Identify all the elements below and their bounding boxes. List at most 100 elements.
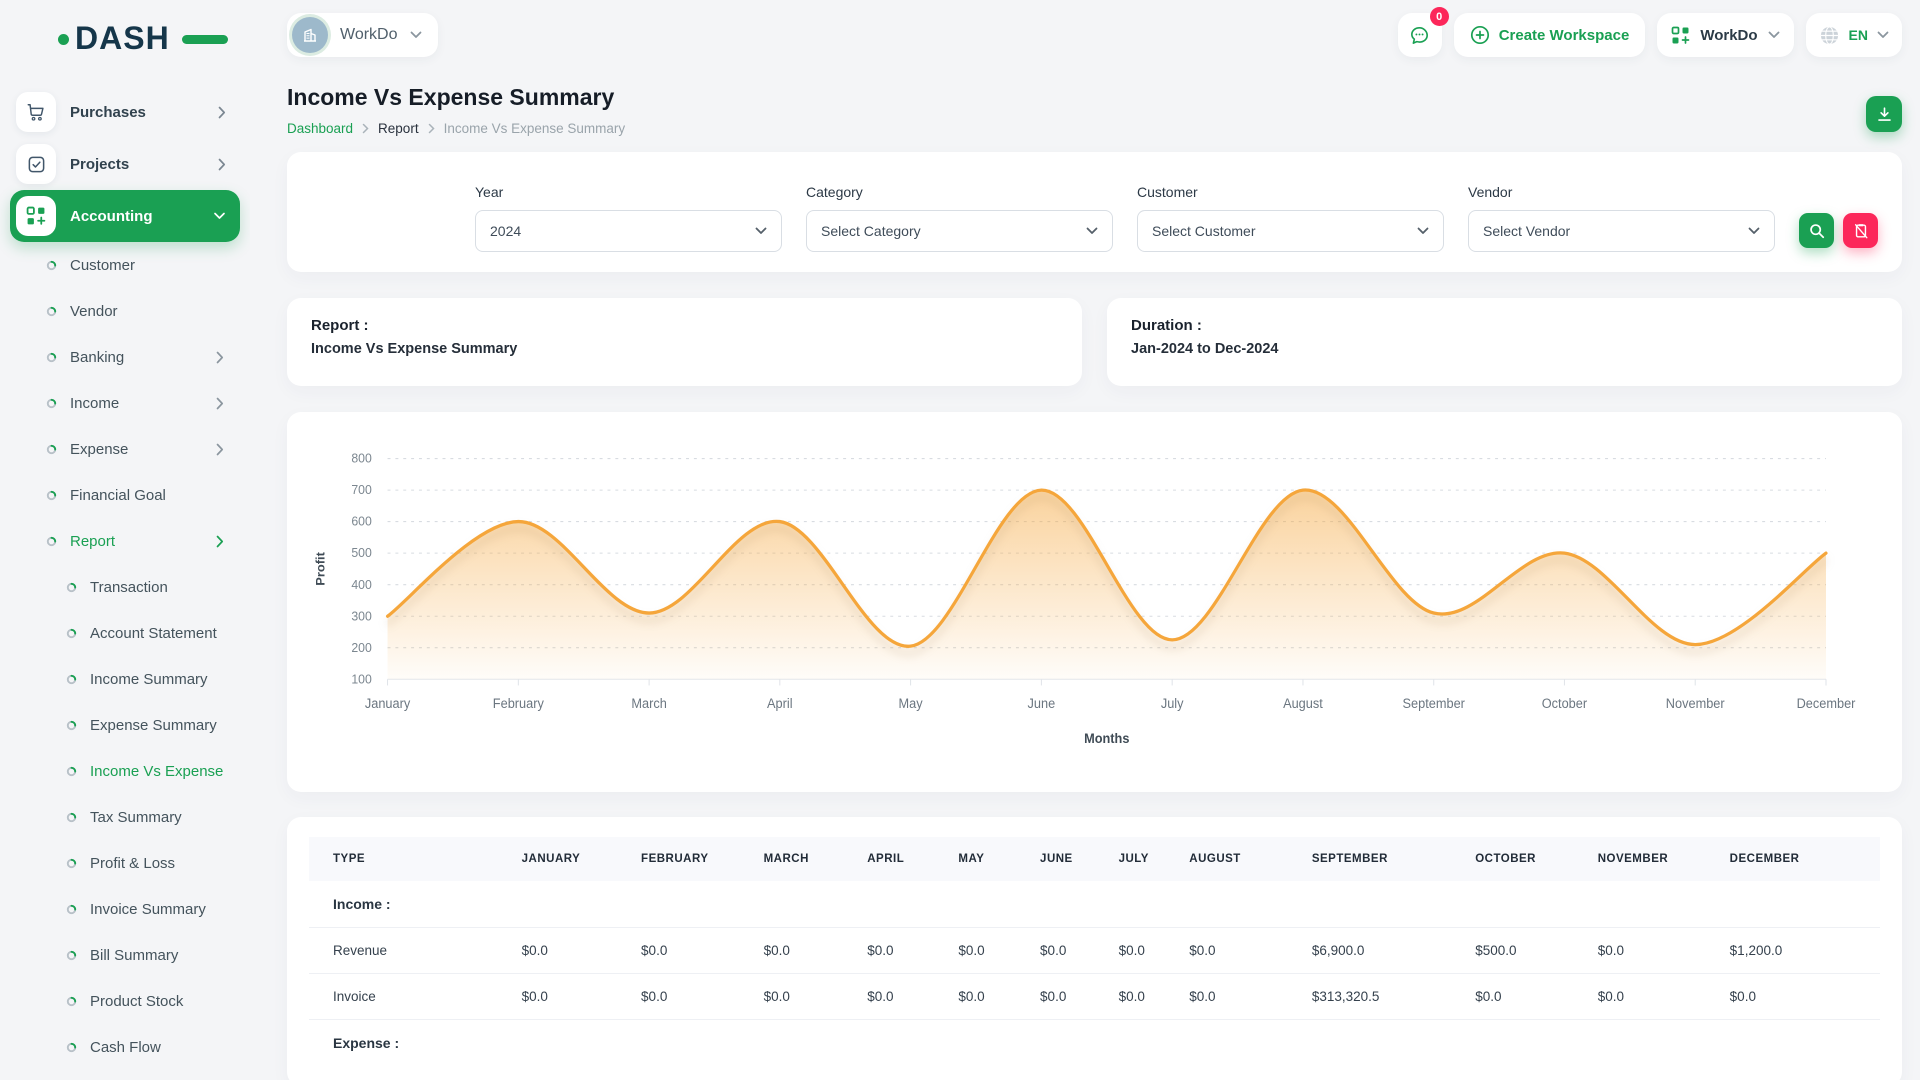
table-cell	[1720, 881, 1880, 928]
sidebar-item-financial-goal[interactable]: Financial Goal	[10, 472, 240, 518]
language-selector[interactable]: EN	[1806, 13, 1902, 57]
messages-button[interactable]: 0	[1398, 13, 1442, 57]
table-cell: $0.0	[857, 928, 948, 974]
topbar: WorkDo 0 Create Workspace	[287, 0, 1902, 62]
sidebar-item-projects[interactable]: Projects	[10, 138, 240, 190]
table-cell: $0.0	[1030, 974, 1109, 1020]
chevron-right-icon	[216, 443, 224, 456]
table-cell	[1109, 881, 1180, 928]
bullet-icon	[66, 1042, 77, 1053]
table-cell	[1465, 881, 1588, 928]
sidebar-item-label: Vendor	[70, 303, 224, 320]
sidebar-item-income-summary[interactable]: Income Summary	[10, 656, 240, 702]
page-header: Income Vs Expense Summary Dashboard Repo…	[287, 84, 1902, 136]
sidebar-item-profit-loss[interactable]: Profit & Loss	[10, 840, 240, 886]
sidebar-item-bill-summary[interactable]: Bill Summary	[10, 932, 240, 978]
bullet-icon	[66, 904, 77, 915]
category-field: Category Select Category	[806, 184, 1113, 252]
bullet-icon	[66, 582, 77, 593]
messages-badge: 0	[1430, 7, 1449, 26]
table-cell: $0.0	[857, 974, 948, 1020]
table-cell: $0.0	[1109, 974, 1180, 1020]
vendor-value: Select Vendor	[1483, 223, 1570, 239]
reset-filter-button[interactable]	[1843, 213, 1878, 248]
sidebar-item-account-statement[interactable]: Account Statement	[10, 610, 240, 656]
breadcrumb-report[interactable]: Report	[378, 121, 419, 136]
sidebar-item-expense[interactable]: Expense	[10, 426, 240, 472]
table-cell	[948, 881, 1030, 928]
category-value: Select Category	[821, 223, 921, 239]
table-cell: $0.0	[512, 974, 631, 1020]
svg-text:August: August	[1283, 696, 1323, 711]
bullet-icon	[66, 628, 77, 639]
table-cell: $0.0	[631, 928, 754, 974]
row-label: Invoice	[309, 974, 512, 1020]
table-cell: $0.0	[1588, 974, 1720, 1020]
building-icon	[301, 26, 319, 44]
sidebar-item-label: Income	[70, 395, 203, 412]
table-cell	[631, 881, 754, 928]
table-cell	[512, 881, 631, 928]
customer-select[interactable]: Select Customer	[1137, 210, 1444, 252]
sidebar-item-income[interactable]: Income	[10, 380, 240, 426]
svg-text:September: September	[1403, 696, 1466, 711]
chevron-right-icon	[216, 397, 224, 410]
bullet-icon	[46, 260, 57, 271]
svg-text:October: October	[1542, 696, 1588, 711]
sidebar-item-product-stock[interactable]: Product Stock	[10, 978, 240, 1024]
chevron-down-icon	[755, 227, 767, 235]
profit-area-chart[interactable]: 100200300400500600700800JanuaryFebruaryM…	[309, 440, 1880, 770]
table-cell: $0.0	[754, 928, 858, 974]
x-axis-ticks	[388, 679, 1826, 685]
table-header-cell: APRIL	[857, 837, 948, 881]
table-cell	[1030, 881, 1109, 928]
customer-field: Customer Select Customer	[1137, 184, 1444, 252]
sidebar-item-label: Account Statement	[90, 625, 224, 642]
sidebar-item-banking[interactable]: Banking	[10, 334, 240, 380]
chevron-right-icon	[216, 351, 224, 364]
workspace-selector[interactable]: WorkDo	[287, 13, 438, 57]
table-row-invoice: Invoice$0.0$0.0$0.0$0.0$0.0$0.0$0.0$0.0$…	[309, 974, 1880, 1020]
sidebar-item-label: Tax Summary	[90, 809, 224, 826]
summary-table-card: TYPEJANUARYFEBRUARYMARCHAPRILMAYJUNEJULY…	[287, 817, 1902, 1080]
sidebar-item-purchases[interactable]: Purchases	[10, 86, 240, 138]
sidebar-item-invoice-summary[interactable]: Invoice Summary	[10, 886, 240, 932]
app-logo[interactable]: DASH	[58, 18, 214, 60]
sidebar-nav: PurchasesProjectsAccountingCustomer Vendo…	[10, 86, 240, 1070]
download-button[interactable]	[1866, 96, 1902, 132]
logo-text: DASH	[75, 20, 170, 57]
sidebar-item-customer[interactable]: Customer	[10, 242, 240, 288]
table-header-cell: TYPE	[309, 837, 512, 881]
sidebar-item-report[interactable]: Report	[10, 518, 240, 564]
clipboard-slash-icon	[1853, 223, 1869, 239]
table-cell	[1179, 1020, 1302, 1067]
sidebar-item-label: Financial Goal	[70, 487, 224, 504]
row-label: Revenue	[309, 928, 512, 974]
duration-info-card: Duration : Jan-2024 to Dec-2024	[1107, 298, 1902, 386]
chat-bubble-icon	[1408, 24, 1431, 47]
search-button[interactable]	[1799, 213, 1834, 248]
category-select[interactable]: Select Category	[806, 210, 1113, 252]
create-workspace-button[interactable]: Create Workspace	[1454, 13, 1646, 57]
table-cell	[948, 1020, 1030, 1067]
breadcrumb-dashboard[interactable]: Dashboard	[287, 121, 353, 136]
table-header-cell: AUGUST	[1179, 837, 1302, 881]
year-select[interactable]: 2024	[475, 210, 782, 252]
sidebar-item-cash-flow[interactable]: Cash Flow	[10, 1024, 240, 1070]
workdo-menu-button[interactable]: WorkDo	[1657, 13, 1793, 57]
x-axis-title: Months	[1084, 731, 1129, 746]
sidebar-item-vendor[interactable]: Vendor	[10, 288, 240, 334]
vendor-select[interactable]: Select Vendor	[1468, 210, 1775, 252]
plus-circle-icon	[1470, 25, 1490, 45]
sidebar-item-expense-summary[interactable]: Expense Summary	[10, 702, 240, 748]
chevron-down-icon	[213, 212, 226, 220]
svg-text:700: 700	[351, 483, 371, 497]
sidebar-item-tax-summary[interactable]: Tax Summary	[10, 794, 240, 840]
table-cell	[1030, 1020, 1109, 1067]
table-cell	[857, 1020, 948, 1067]
svg-text:March: March	[631, 696, 666, 711]
sidebar-item-label: Bill Summary	[90, 947, 224, 964]
sidebar-item-transaction[interactable]: Transaction	[10, 564, 240, 610]
sidebar-item-accounting[interactable]: Accounting	[10, 190, 240, 242]
sidebar-item-income-vs-expense[interactable]: Income Vs Expense	[10, 748, 240, 794]
